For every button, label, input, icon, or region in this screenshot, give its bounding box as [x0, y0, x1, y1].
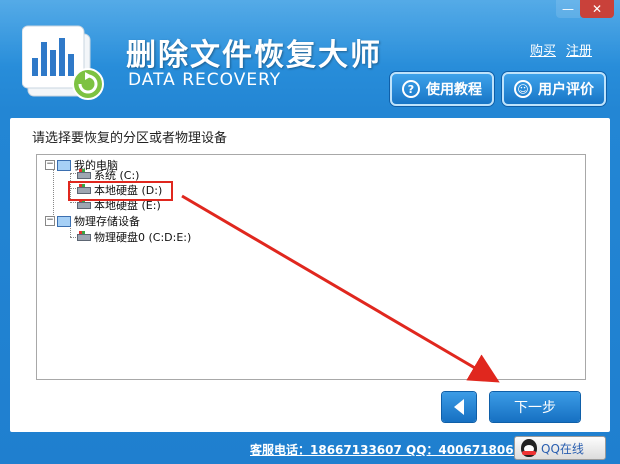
review-label: 用户评价: [538, 82, 594, 98]
tree-node-label: 物理硬盘0 (C:D:E:): [94, 231, 192, 244]
drive-icon: [77, 169, 91, 181]
qq-label: QQ在线: [541, 441, 584, 456]
app-title: 删除文件恢复大师: [126, 38, 382, 73]
collapse-icon[interactable]: −: [45, 216, 55, 226]
review-button[interactable]: ☺ 用户评价: [502, 72, 606, 106]
computer-icon: [57, 215, 71, 227]
help-icon: ?: [402, 80, 420, 98]
back-button[interactable]: [442, 392, 476, 422]
window-controls: — ✕: [556, 0, 614, 18]
content-panel: 请选择要恢复的分区或者物理设备 − 我的电脑 系统 (C:) 本地硬盘 (D:): [10, 118, 610, 432]
drive-icon: [77, 231, 91, 243]
instruction-text: 请选择要恢复的分区或者物理设备: [32, 131, 228, 146]
tutorial-button[interactable]: ? 使用教程: [390, 72, 494, 106]
footer: 客服电话：18667133607 QQ：4006718068 QQ在线: [0, 432, 620, 464]
tree-node-label: 物理存储设备: [74, 215, 140, 228]
buy-link[interactable]: 购买: [530, 40, 556, 59]
top-links: 购买 注册: [530, 40, 592, 59]
tree-node-physical-disk-0[interactable]: 物理硬盘0 (C:D:E:): [77, 229, 191, 245]
register-link[interactable]: 注册: [566, 40, 592, 59]
smile-icon: ☺: [514, 80, 532, 98]
app-subtitle: DATA RECOVERY: [128, 70, 282, 90]
hotline-link[interactable]: 客服电话：18667133607 QQ：4006718068: [250, 441, 522, 458]
tutorial-label: 使用教程: [426, 82, 482, 98]
next-button[interactable]: 下一步: [490, 392, 580, 422]
app-logo-icon: [22, 25, 104, 100]
close-button[interactable]: ✕: [580, 0, 614, 18]
qq-online-button[interactable]: QQ在线: [514, 436, 606, 460]
computer-icon: [57, 159, 71, 171]
tree-node-physical-storage[interactable]: − 物理存储设备: [45, 213, 140, 229]
collapse-icon[interactable]: −: [45, 160, 55, 170]
app-window: — ✕ 删除文件恢复大师 DATA RECOVERY 购买 注册 ? 使用教程 …: [0, 0, 620, 464]
minimize-button[interactable]: —: [556, 0, 580, 18]
qq-penguin-icon: [521, 439, 537, 457]
selection-highlight-box: [68, 181, 173, 201]
back-arrow-icon: [454, 399, 464, 415]
